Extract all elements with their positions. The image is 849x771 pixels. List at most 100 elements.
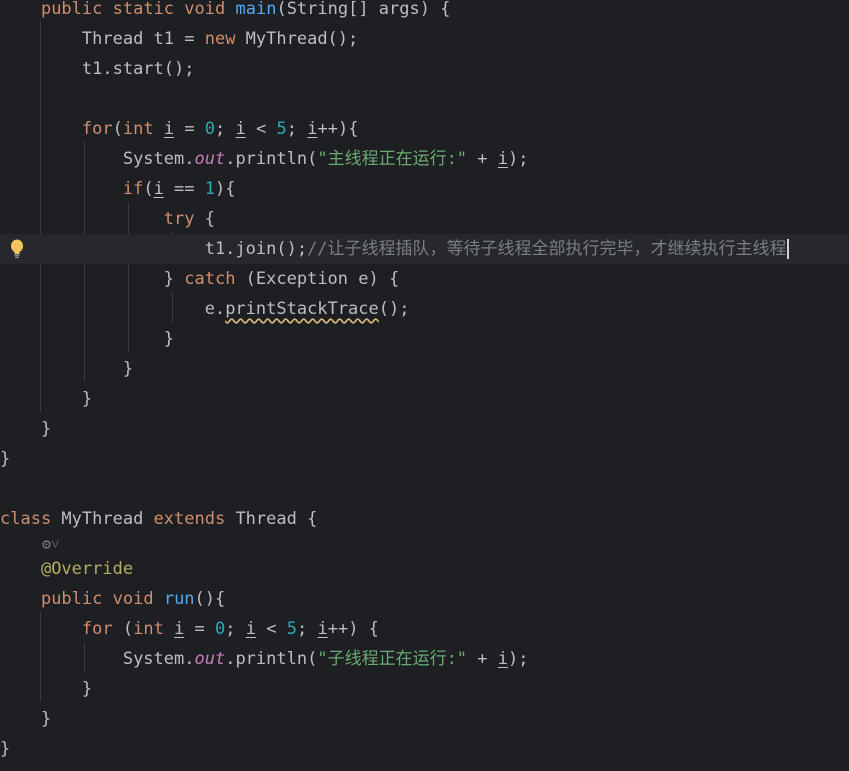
code-line[interactable]: System.out.println("子线程正在运行:" + i); bbox=[0, 644, 849, 674]
code-text: t1.join(); bbox=[204, 239, 308, 259]
keyword: try bbox=[163, 209, 195, 229]
code-text: ++) { bbox=[327, 619, 379, 639]
warning-method: printStackTrace bbox=[225, 299, 379, 319]
code-text: + bbox=[467, 649, 498, 669]
keyword: if bbox=[122, 179, 144, 199]
code-text: System. bbox=[122, 149, 195, 169]
code-line[interactable]: } bbox=[0, 384, 849, 414]
number: 1 bbox=[204, 179, 216, 199]
code-text: } bbox=[0, 739, 11, 759]
code-text: ( bbox=[112, 619, 134, 639]
code-line[interactable]: e.printStackTrace(); bbox=[0, 294, 849, 324]
method-name: main bbox=[235, 0, 277, 19]
code-line[interactable]: } catch (Exception e) { bbox=[0, 264, 849, 294]
code-text: ); bbox=[508, 149, 529, 169]
keyword: int bbox=[133, 619, 164, 639]
code-text: + bbox=[467, 149, 498, 169]
code-text: } bbox=[122, 359, 134, 379]
code-text: ; bbox=[286, 119, 308, 139]
code-line[interactable]: } bbox=[0, 734, 849, 764]
keyword: public bbox=[40, 589, 103, 609]
code-text: ( bbox=[112, 119, 123, 139]
variable: i bbox=[235, 119, 246, 139]
code-line[interactable]: public static void main(String[] args) { bbox=[0, 0, 849, 24]
code-text: } bbox=[0, 449, 11, 469]
code-line[interactable]: t1.start(); bbox=[0, 54, 849, 84]
keyword: void bbox=[184, 0, 226, 19]
code-text: ; bbox=[296, 619, 318, 639]
number: 5 bbox=[276, 119, 287, 139]
variable: i bbox=[245, 619, 257, 639]
variable: i bbox=[163, 119, 175, 139]
code-text: } bbox=[81, 389, 93, 409]
code-line[interactable]: } bbox=[0, 704, 849, 734]
code-text: ; bbox=[215, 119, 236, 139]
code-text: ){ bbox=[215, 179, 236, 199]
variable: i bbox=[174, 619, 185, 639]
code-text: MyThread bbox=[51, 509, 154, 529]
code-text: < bbox=[256, 619, 287, 639]
code-line[interactable]: } bbox=[0, 674, 849, 704]
code-text: MyThread(); bbox=[235, 29, 359, 49]
keyword: int bbox=[122, 119, 154, 139]
code-text: ( bbox=[143, 179, 154, 199]
code-line[interactable]: } bbox=[0, 414, 849, 444]
code-line[interactable]: for(int i = 0; i < 5; i++){ bbox=[0, 114, 849, 144]
keyword: for bbox=[81, 119, 113, 139]
field: out bbox=[194, 649, 226, 669]
string-literal: "主线程正在运行:" bbox=[317, 149, 468, 169]
keyword: void bbox=[112, 589, 154, 609]
code-text: } bbox=[81, 679, 93, 699]
code-text: Thread { bbox=[225, 509, 318, 529]
method-name: run bbox=[163, 589, 195, 609]
annotation: @Override bbox=[40, 559, 134, 579]
number: 5 bbox=[286, 619, 297, 639]
code-editor[interactable]: public static void main(String[] args) {… bbox=[0, 0, 849, 771]
code-text: ; bbox=[225, 619, 246, 639]
code-text: } bbox=[40, 709, 52, 729]
code-text: Thread t1 = bbox=[81, 29, 205, 49]
code-text: ++){ bbox=[317, 119, 359, 139]
text-caret bbox=[786, 239, 789, 259]
code-line[interactable]: Thread t1 = new MyThread(); bbox=[0, 24, 849, 54]
code-text: (){ bbox=[194, 589, 226, 609]
code-text: = bbox=[184, 619, 216, 639]
keyword: extends bbox=[153, 509, 226, 529]
comment: //让子线程插队，等待子线程全部执行完毕，才继续执行主线程 bbox=[307, 239, 787, 259]
code-line[interactable]: } bbox=[0, 324, 849, 354]
code-line[interactable]: } bbox=[0, 444, 849, 474]
code-line[interactable]: try { bbox=[0, 204, 849, 234]
code-text: (Exception e) { bbox=[235, 269, 400, 289]
string-literal: "子线程正在运行:" bbox=[317, 649, 468, 669]
variable: i bbox=[153, 179, 164, 199]
code-line[interactable]: class MyThread extends Thread { bbox=[0, 504, 849, 534]
code-text: { bbox=[194, 209, 215, 229]
code-line[interactable]: for (int i = 0; i < 5; i++) { bbox=[0, 614, 849, 644]
code-text: } bbox=[163, 269, 185, 289]
code-line[interactable]: if(i == 1){ bbox=[0, 174, 849, 204]
code-line[interactable]: } bbox=[0, 354, 849, 384]
code-text: e. bbox=[204, 299, 226, 319]
code-line[interactable]: @Override bbox=[0, 554, 849, 584]
number: 0 bbox=[204, 119, 216, 139]
variable: i bbox=[497, 149, 509, 169]
code-text: = bbox=[174, 119, 205, 139]
code-line[interactable]: System.out.println("主线程正在运行:" + i); bbox=[0, 144, 849, 174]
keyword: catch bbox=[184, 269, 236, 289]
current-code-line[interactable]: t1.join();//让子线程插队，等待子线程全部执行完毕，才继续执行主线程 bbox=[0, 234, 849, 264]
variable: i bbox=[307, 119, 318, 139]
lightbulb-icon[interactable] bbox=[10, 239, 24, 259]
code-text: .println( bbox=[225, 649, 318, 669]
keyword: class bbox=[0, 509, 52, 529]
implement-gear-icon[interactable]: ⚙˅ bbox=[42, 534, 76, 554]
code-text: } bbox=[163, 329, 175, 349]
variable: i bbox=[497, 649, 509, 669]
keyword: static bbox=[112, 0, 175, 19]
code-line[interactable]: public void run(){ bbox=[0, 584, 849, 614]
variable: i bbox=[317, 619, 328, 639]
keyword: for bbox=[81, 619, 113, 639]
code-text: System. bbox=[122, 649, 195, 669]
field: out bbox=[194, 149, 226, 169]
